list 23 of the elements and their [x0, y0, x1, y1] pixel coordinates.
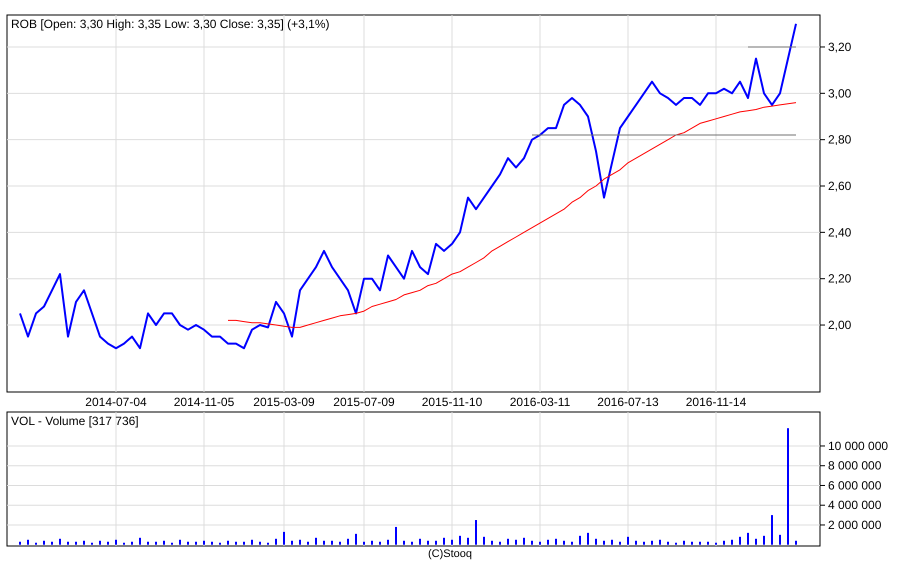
- axis-label: 2,40: [828, 225, 852, 240]
- axis-label: 2016-07-13: [597, 395, 659, 409]
- axis-label: 2015-07-09: [333, 395, 395, 409]
- axis-label: 2,60: [828, 179, 852, 193]
- axis-label: 2016-11-14: [686, 395, 746, 409]
- chart-title: VOL - Volume [317 736]: [11, 414, 139, 428]
- axis-label: 4 000 000: [828, 498, 882, 512]
- axis-label: 2015-03-09: [253, 395, 315, 409]
- axis-label: 8 000 000: [828, 458, 882, 473]
- axis-label: 2014-11-05: [174, 395, 234, 409]
- axis-label: 2014-07-04: [85, 395, 147, 409]
- axis-label: 6 000 000: [828, 478, 882, 492]
- axis-label: 2016-03-11: [510, 395, 570, 409]
- axis-label: 2,20: [828, 272, 852, 286]
- axis-label: 2,80: [828, 132, 852, 147]
- axis-label: 3,20: [828, 40, 852, 54]
- axis-label: 2,00: [828, 318, 852, 332]
- chart-title: ROB [Open: 3,30 High: 3,35 Low: 3,30 Close: 3,35] (+3,1%): [11, 17, 330, 31]
- copyright-text: (C)Stooq: [428, 548, 472, 562]
- axis-label: 10 000 000: [828, 438, 888, 453]
- axis-label: 2015-11-10: [422, 395, 482, 409]
- axis-label: 3,00: [828, 86, 852, 100]
- axis-label: 2 000 000: [828, 518, 882, 532]
